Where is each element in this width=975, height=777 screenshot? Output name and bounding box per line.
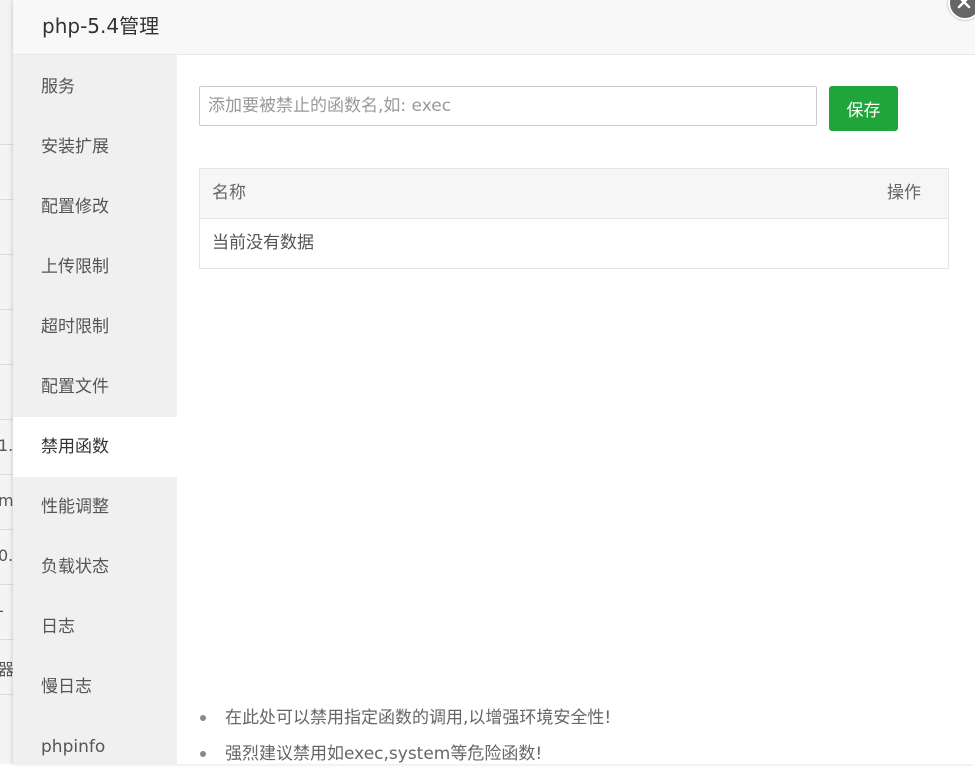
sidebar-menu: 服务 安装扩展 配置修改 上传限制 超时限制 配置文件 禁用函数 性能调整 负载… [13,55,177,764]
disabled-functions-table: 名称 操作 当前没有数据 [199,168,949,269]
function-name-input[interactable] [199,86,817,126]
sidebar-item-config-edit[interactable]: 配置修改 [13,177,177,237]
dialog-header: php-5.4管理 [13,0,975,55]
background-divider [0,584,14,585]
sidebar-item-load-status[interactable]: 负载状态 [13,537,177,597]
save-button[interactable]: 保存 [829,86,898,131]
column-header-name: 名称 [212,183,246,203]
disabled-functions-panel: 保存 名称 操作 当前没有数据 在此处可以禁用指定函数的调用,以增强环境安全性!… [177,55,975,764]
background-divider [0,254,14,255]
background-divider [0,529,14,530]
sidebar-item-disabled-functions[interactable]: 禁用函数 [13,417,177,477]
background-divider [0,199,14,200]
background-divider [0,364,14,365]
dialog-title: php-5.4管理 [42,14,160,38]
sidebar-item-log[interactable]: 日志 [13,597,177,657]
background-page-strip: 1. m 0.7 - 器 [0,0,14,764]
sidebar-item-performance-tuning[interactable]: 性能调整 [13,477,177,537]
background-divider [0,419,14,420]
background-text-fragment: 1. [0,436,14,455]
sidebar-item-timeout-limit[interactable]: 超时限制 [13,297,177,357]
background-divider [0,639,14,640]
sidebar-item-upload-limit[interactable]: 上传限制 [13,237,177,297]
background-divider [0,309,14,310]
background-text-fragment: m [0,491,14,510]
background-text-fragment: - [0,601,14,620]
close-icon [957,0,971,9]
sidebar-item-service[interactable]: 服务 [13,57,177,117]
background-text-fragment: 0.7 [0,546,14,565]
sidebar-item-install-extensions[interactable]: 安装扩展 [13,117,177,177]
help-tips-list: 在此处可以禁用指定函数的调用,以增强环境安全性! 强烈建议禁用如exec,sys… [199,700,959,772]
table-empty-message: 当前没有数据 [212,233,314,253]
background-divider [0,694,14,695]
sidebar-item-config-file[interactable]: 配置文件 [13,357,177,417]
sidebar-item-phpinfo[interactable]: phpinfo [13,717,177,777]
background-text-fragment: 器 [0,660,14,679]
help-tip: 强烈建议禁用如exec,system等危险函数! [199,736,959,772]
column-header-action: 操作 [887,183,921,203]
background-divider [0,474,14,475]
background-divider [0,144,14,145]
help-tip: 在此处可以禁用指定函数的调用,以增强环境安全性! [199,700,959,736]
php-manager-dialog: php-5.4管理 服务 安装扩展 配置修改 上传限制 超时限制 配置文件 禁用… [13,0,975,764]
sidebar-item-slow-log[interactable]: 慢日志 [13,657,177,717]
table-header: 名称 操作 [200,169,948,219]
